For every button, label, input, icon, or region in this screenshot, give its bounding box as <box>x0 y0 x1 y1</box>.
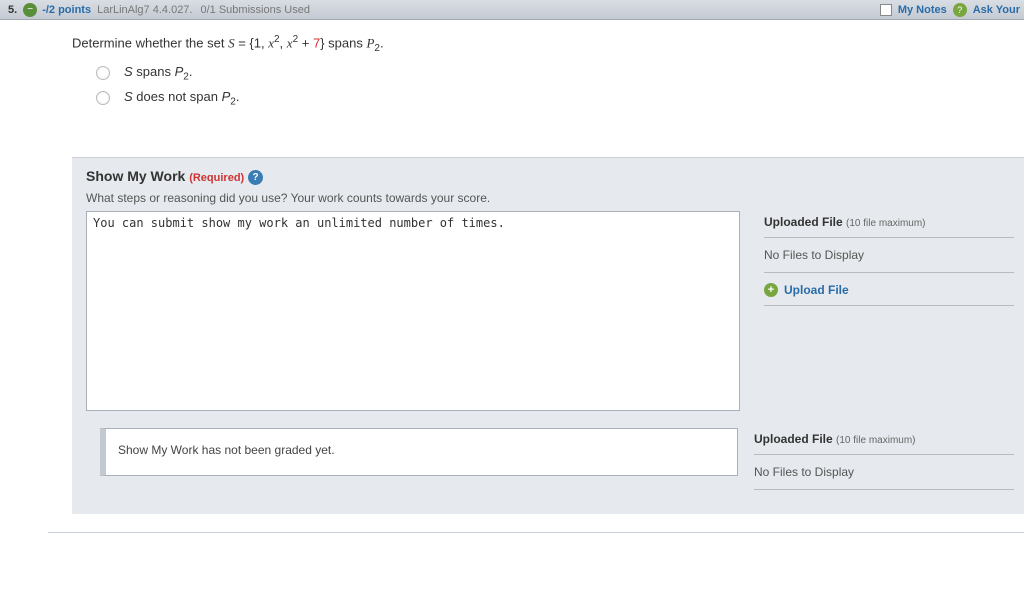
smw-header: Show My Work (Required) ? <box>72 158 1024 187</box>
smw-required: (Required) <box>189 172 244 184</box>
source-label: LarLinAlg7 4.4.027. <box>97 4 192 16</box>
smw-graded-box: Show My Work has not been graded yet. <box>100 428 738 476</box>
choice-spans[interactable]: S spans P2. <box>96 64 1024 83</box>
question-number: 5. <box>8 4 17 16</box>
question-header: 5. − -/2 points LarLinAlg7 4.4.027. 0/1 … <box>0 0 1024 20</box>
uploaded-file-label: Uploaded File <box>754 432 833 446</box>
radio-icon[interactable] <box>96 91 110 105</box>
note-box-icon <box>880 4 892 16</box>
show-my-work-panel: Show My Work (Required) ? What steps or … <box>72 157 1024 514</box>
smw-title: Show My Work <box>86 168 185 184</box>
upload-section-graded: Uploaded File (10 file maximum) No Files… <box>754 428 1024 500</box>
choice-not-spans[interactable]: S does not span P2. <box>96 89 1024 108</box>
upload-file-button[interactable]: + Upload File <box>764 283 1014 306</box>
upload-section: Uploaded File (10 file maximum) No Files… <box>754 211 1024 428</box>
smw-textarea[interactable] <box>86 211 740 411</box>
my-notes-link[interactable]: My Notes <box>898 4 947 16</box>
radio-icon[interactable] <box>96 66 110 80</box>
prompt-text: Determine whether the set <box>72 35 228 50</box>
choice-label: S does not span P2. <box>124 89 239 108</box>
question-body: Determine whether the set S = {1, x2, x2… <box>0 20 1024 107</box>
plus-icon: + <box>764 283 778 297</box>
smw-subtext: What steps or reasoning did you use? You… <box>72 187 1024 211</box>
collapse-icon[interactable]: − <box>23 3 37 17</box>
points-label: -/2 points <box>42 4 91 16</box>
upload-file-label: Upload File <box>784 283 849 297</box>
divider <box>48 532 1024 533</box>
ask-teacher-link[interactable]: Ask Your <box>973 4 1020 16</box>
choice-label: S spans P2. <box>124 64 192 83</box>
question-prompt: Determine whether the set S = {1, x2, x2… <box>72 34 1024 54</box>
upload-max: (10 file maximum) <box>846 218 925 229</box>
upload-max: (10 file maximum) <box>836 435 915 446</box>
ask-icon[interactable]: ? <box>953 3 967 17</box>
help-icon[interactable]: ? <box>248 170 263 185</box>
uploaded-file-label: Uploaded File <box>764 215 843 229</box>
no-files-text: No Files to Display <box>754 465 1014 479</box>
submissions-label: 0/1 Submissions Used <box>201 4 310 16</box>
no-files-text: No Files to Display <box>764 248 1014 262</box>
